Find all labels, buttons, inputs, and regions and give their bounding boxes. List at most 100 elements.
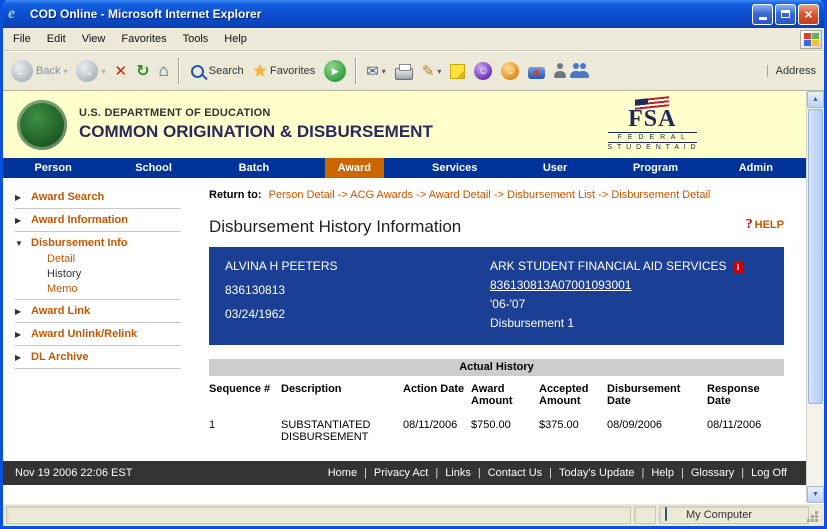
award-id-link[interactable]: 836130813A07001093001 — [490, 278, 631, 292]
col-response-date: Response Date — [707, 378, 784, 407]
nav-batch[interactable]: Batch — [226, 158, 283, 178]
contact-person-icon — [554, 63, 566, 79]
discuss-note-icon — [450, 64, 465, 79]
breadcrumb-disbursement-list[interactable]: Disbursement List — [507, 189, 595, 201]
stop-button[interactable]: ✕ — [111, 60, 132, 82]
messenger-button[interactable]: ☺ — [470, 60, 496, 82]
menu-tools[interactable]: Tools — [175, 30, 217, 48]
people-button[interactable] — [571, 61, 593, 81]
discuss-button[interactable] — [446, 62, 469, 81]
sidebar-item-award-information[interactable]: ▶ Award Information — [11, 211, 195, 229]
media-button[interactable]: ▶ — [320, 58, 350, 84]
menu-view[interactable]: View — [74, 30, 114, 48]
edit-icon: ✎ — [422, 62, 435, 80]
footer-link-contact-us[interactable]: Contact Us — [481, 467, 549, 479]
maximize-button[interactable] — [775, 4, 796, 25]
messenger-alt-button[interactable]: ☺ — [497, 60, 523, 82]
scroll-up-button[interactable]: ▲ — [807, 91, 824, 108]
breadcrumb: Return to: Person Detail -> ACG Awards -… — [209, 188, 784, 203]
cell-accepted-amount: $375.00 — [539, 407, 607, 443]
vertical-scrollbar[interactable]: ▲ ▼ — [806, 91, 824, 503]
breadcrumb-person-detail[interactable]: Person Detail — [269, 189, 335, 201]
nav-program[interactable]: Program — [620, 158, 691, 178]
close-button[interactable]: × — [798, 4, 819, 25]
nav-school[interactable]: School — [122, 158, 185, 178]
minimize-button[interactable] — [752, 4, 773, 25]
footer-link-glossary[interactable]: Glossary — [684, 467, 741, 479]
status-bar: My Computer — [3, 503, 824, 526]
info-icon[interactable]: i — [733, 262, 744, 273]
chevron-right-icon: ▶ — [15, 216, 24, 225]
footer-link-help[interactable]: Help — [644, 467, 681, 479]
breadcrumb-acg-awards[interactable]: ACG Awards — [350, 189, 413, 201]
contacts-button[interactable] — [550, 61, 570, 81]
cell-response-date: 08/11/2006 — [707, 407, 784, 443]
status-message-pane — [6, 506, 631, 524]
footer-link-home[interactable]: Home — [321, 467, 364, 479]
cell-disbursement-date: 08/09/2006 — [607, 407, 707, 443]
sidebar-subitem-detail[interactable]: Detail — [11, 252, 195, 267]
menu-edit[interactable]: Edit — [39, 30, 74, 48]
sidebar-item-award-search[interactable]: ▶ Award Search — [11, 188, 195, 206]
sidebar-item-dl-archive[interactable]: ▶ DL Archive — [11, 348, 195, 366]
student-award-infobox: ALVINA H PEETERS 836130813 03/24/1962 AR… — [209, 247, 784, 345]
sidebar-subitem-history: History — [11, 267, 195, 282]
mail-dropdown-icon: ▾ — [382, 67, 386, 76]
favorites-button[interactable]: ★ Favorites — [249, 59, 320, 83]
scroll-down-button[interactable]: ▼ — [807, 486, 824, 503]
nav-user[interactable]: User — [530, 158, 580, 178]
breadcrumb-disbursement-detail[interactable]: Disbursement Detail — [611, 189, 710, 201]
cell-award-amount: $750.00 — [471, 407, 539, 443]
scrollbar-track[interactable] — [807, 404, 824, 486]
resize-grip[interactable] — [815, 511, 818, 514]
browser-window: e COD Online - Microsoft Internet Explor… — [0, 0, 827, 529]
footer-link-todays-update[interactable]: Today's Update — [552, 467, 641, 479]
forward-button[interactable]: → ▾ — [72, 58, 109, 84]
search-button[interactable]: Search — [185, 61, 248, 82]
sidebar-item-award-unlink-relink[interactable]: ▶ Award Unlink/Relink — [11, 325, 195, 343]
footer-link-links[interactable]: Links — [438, 467, 478, 479]
print-button[interactable] — [391, 61, 417, 82]
scrollbar-thumb[interactable] — [808, 109, 823, 404]
toolbar-separator — [178, 58, 180, 84]
menu-help[interactable]: Help — [216, 30, 255, 48]
home-button[interactable]: ⌂ — [154, 59, 172, 83]
cell-sequence: 1 — [209, 407, 281, 443]
nav-admin[interactable]: Admin — [726, 158, 786, 178]
col-disbursement-date: Disbursement Date — [607, 378, 707, 407]
col-accepted-amount: Accepted Amount — [539, 378, 607, 407]
app-name: COMMON ORIGINATION & DISBURSEMENT — [79, 122, 433, 142]
favorites-label: Favorites — [270, 65, 315, 77]
back-dropdown-icon: ▾ — [63, 67, 67, 76]
back-button[interactable]: ← Back ▾ — [7, 58, 71, 84]
people-icon — [575, 63, 589, 79]
chevron-right-icon: ▶ — [15, 193, 24, 202]
menu-favorites[interactable]: Favorites — [113, 30, 174, 48]
mail-button[interactable]: ✉ ▾ — [362, 60, 390, 82]
browser-toolbar: ← Back ▾ → ▾ ✕ ↻ ⌂ Search ★ Favorites ▶ — [3, 51, 824, 91]
footer-timestamp: Nov 19 2006 22:06 EST — [15, 467, 132, 479]
nav-award[interactable]: Award — [325, 158, 384, 178]
menu-bar: File Edit View Favorites Tools Help — [3, 28, 824, 51]
award-year: '06-'07 — [490, 297, 768, 311]
sidebar-item-disbursement-info[interactable]: ▼ Disbursement Info — [11, 234, 195, 252]
sidebar-divider — [15, 299, 181, 300]
table-row: 1 SUBSTANTIATED DISBURSEMENT 08/11/2006 … — [209, 407, 784, 443]
menu-file[interactable]: File — [5, 30, 39, 48]
edit-button[interactable]: ✎ ▾ — [418, 60, 446, 82]
help-link[interactable]: ? HELP — [746, 217, 784, 233]
footer-link-privacy-act[interactable]: Privacy Act — [367, 467, 435, 479]
sidebar-subitem-memo[interactable]: Memo — [11, 282, 195, 297]
sidebar-divider — [15, 345, 181, 346]
refresh-button[interactable]: ↻ — [132, 59, 153, 83]
zone-label: My Computer — [686, 509, 752, 521]
sidebar-item-award-link[interactable]: ▶ Award Link — [11, 302, 195, 320]
nav-person[interactable]: Person — [22, 158, 85, 178]
webcam-button[interactable] — [524, 61, 549, 81]
footer-link-log-off[interactable]: Log Off — [744, 467, 794, 479]
nav-services[interactable]: Services — [419, 158, 490, 178]
breadcrumb-award-detail[interactable]: Award Detail — [429, 189, 491, 201]
print-icon — [395, 68, 413, 80]
breadcrumb-separator: -> — [598, 189, 608, 201]
title-bar[interactable]: e COD Online - Microsoft Internet Explor… — [3, 0, 824, 28]
